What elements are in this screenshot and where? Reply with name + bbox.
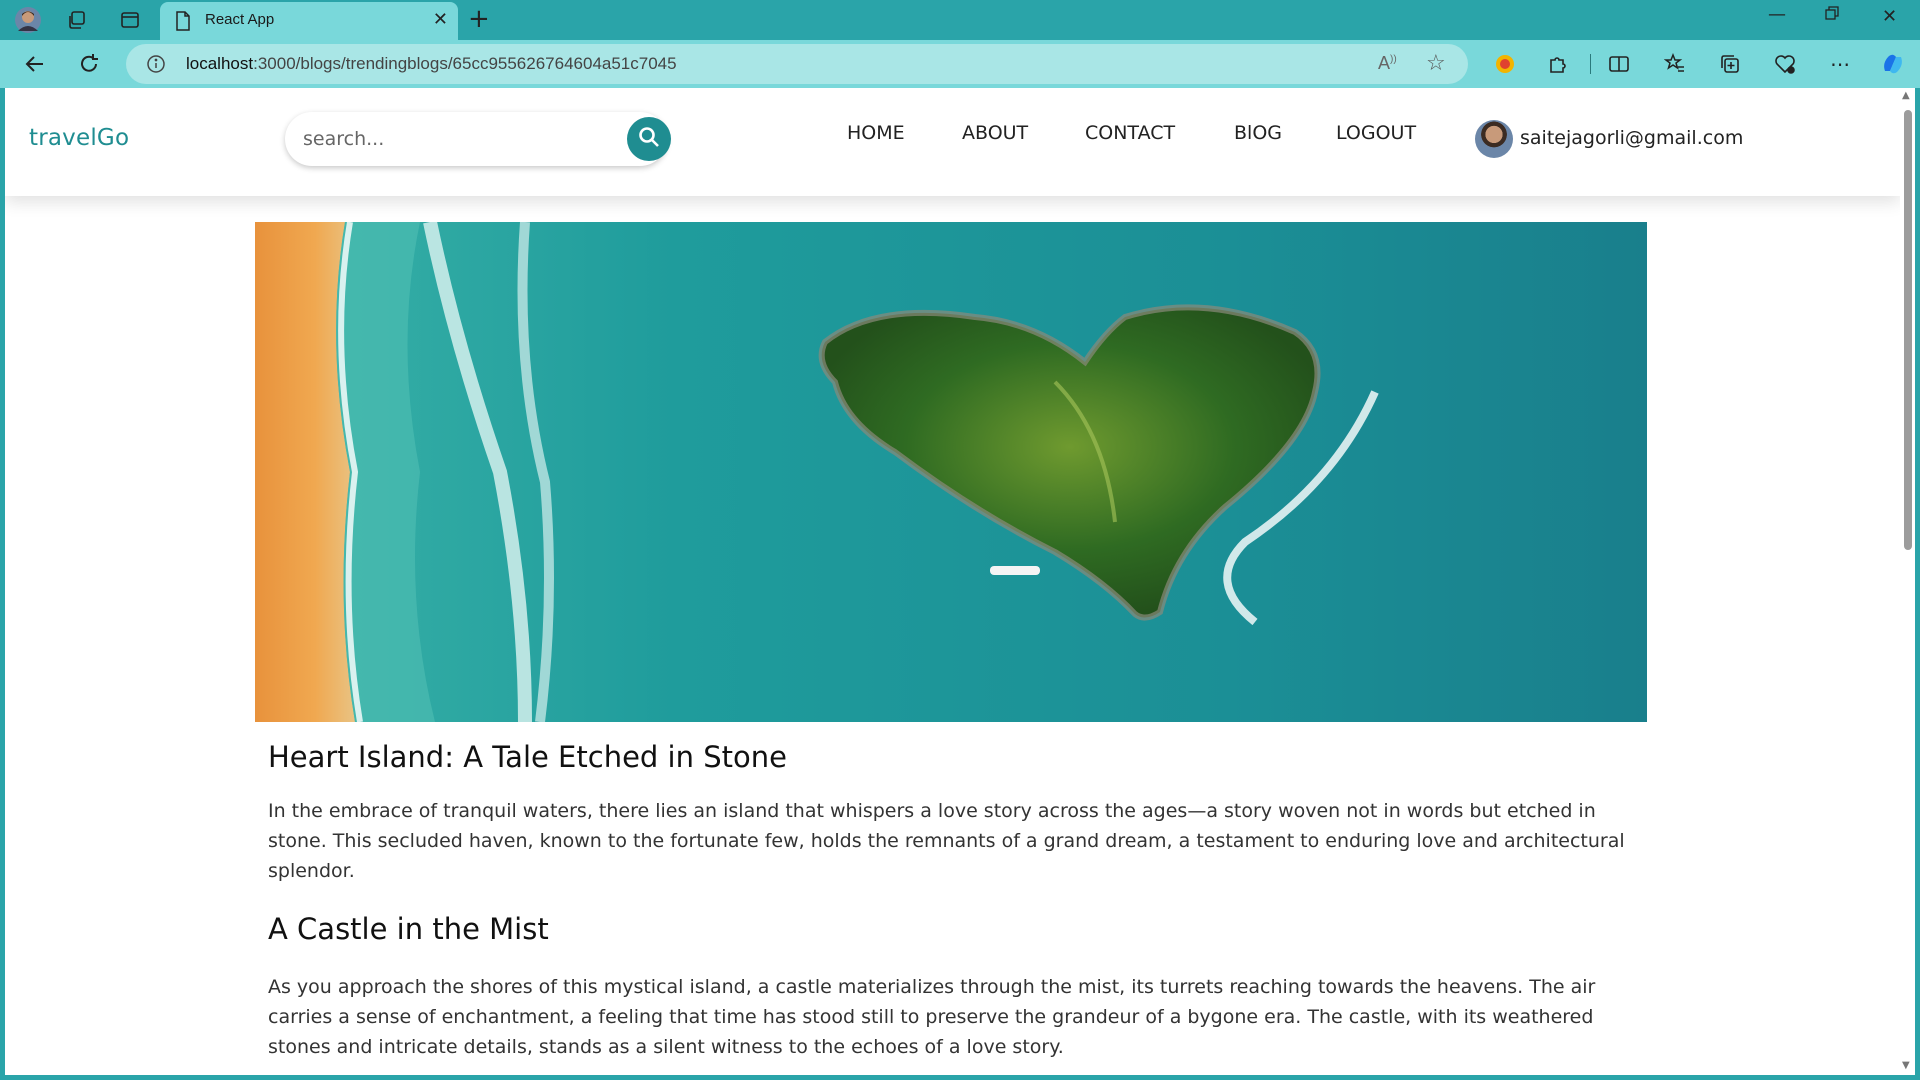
- brand-logo[interactable]: travelGo: [29, 125, 129, 151]
- article-title: Heart Island: A Tale Etched in Stone: [268, 740, 787, 774]
- split-screen-icon[interactable]: [1604, 49, 1634, 79]
- read-aloud-icon[interactable]: A)): [1378, 53, 1397, 74]
- article-intro: In the embrace of tranquil waters, there…: [268, 800, 1625, 882]
- nav-blog[interactable]: BlOG: [1234, 122, 1282, 144]
- browser-toolbar: localhost:3000/blogs/trendingblogs/65cc9…: [0, 40, 1920, 88]
- page-icon: [175, 11, 191, 35]
- user-email[interactable]: saitejagorli@gmail.com: [1520, 127, 1743, 149]
- nav-home[interactable]: HOME: [847, 122, 905, 144]
- copilot-icon[interactable]: [1878, 49, 1908, 79]
- favorite-star-icon[interactable]: ☆: [1426, 51, 1446, 76]
- scroll-up-icon[interactable]: ▲: [1902, 90, 1910, 101]
- tab-title: React App: [205, 11, 275, 28]
- page-scrollbar[interactable]: ▲ ▼: [1900, 88, 1915, 1075]
- browser-titlebar: React App ✕ + — ✕: [0, 0, 1920, 40]
- new-tab-icon[interactable]: +: [468, 5, 490, 33]
- favorites-icon[interactable]: [1660, 49, 1690, 79]
- profile-avatar-icon[interactable]: [14, 6, 42, 34]
- address-bar[interactable]: localhost:3000/blogs/trendingblogs/65cc9…: [126, 44, 1468, 84]
- search-input[interactable]: [303, 124, 603, 154]
- search-box: [285, 112, 671, 166]
- user-avatar[interactable]: [1475, 120, 1513, 158]
- search-icon: [637, 125, 661, 153]
- site-info-icon[interactable]: [146, 54, 166, 78]
- close-tab-icon[interactable]: ✕: [433, 10, 448, 30]
- page-viewport: travelGo HOME ABOUT CONTACT BlOG LOGOUT …: [5, 88, 1900, 1075]
- scroll-down-icon[interactable]: ▼: [1902, 1060, 1910, 1071]
- extension-colorful-icon[interactable]: [1490, 49, 1520, 79]
- minimize-icon[interactable]: —: [1768, 4, 1786, 25]
- section-title: A Castle in the Mist: [268, 912, 549, 946]
- more-menu-icon[interactable]: ⋯: [1825, 49, 1855, 79]
- section-text: As you approach the shores of this mysti…: [268, 976, 1596, 1058]
- back-icon[interactable]: [20, 49, 50, 79]
- close-window-icon[interactable]: ✕: [1882, 6, 1897, 27]
- tab-react-app[interactable]: React App ✕: [160, 2, 458, 40]
- url-text: localhost:3000/blogs/trendingblogs/65cc9…: [186, 54, 677, 73]
- nav-logout[interactable]: LOGOUT: [1336, 122, 1416, 144]
- browser-essentials-icon[interactable]: [1770, 49, 1800, 79]
- restore-icon[interactable]: [1824, 5, 1840, 26]
- collections-icon[interactable]: [1715, 49, 1745, 79]
- toolbar-divider: [1590, 54, 1591, 74]
- scroll-thumb[interactable]: [1904, 110, 1912, 550]
- workspaces-icon[interactable]: [63, 6, 91, 34]
- refresh-icon[interactable]: [74, 49, 104, 79]
- nav-about[interactable]: ABOUT: [962, 122, 1028, 144]
- site-header: travelGo HOME ABOUT CONTACT BlOG LOGOUT …: [5, 88, 1900, 196]
- search-button[interactable]: [627, 117, 671, 161]
- hero-image: [255, 222, 1647, 722]
- window-bottom-border: [0, 1075, 1920, 1080]
- vertical-tabs-icon[interactable]: [116, 6, 144, 34]
- extensions-puzzle-icon[interactable]: [1543, 49, 1573, 79]
- nav-contact[interactable]: CONTACT: [1085, 122, 1175, 144]
